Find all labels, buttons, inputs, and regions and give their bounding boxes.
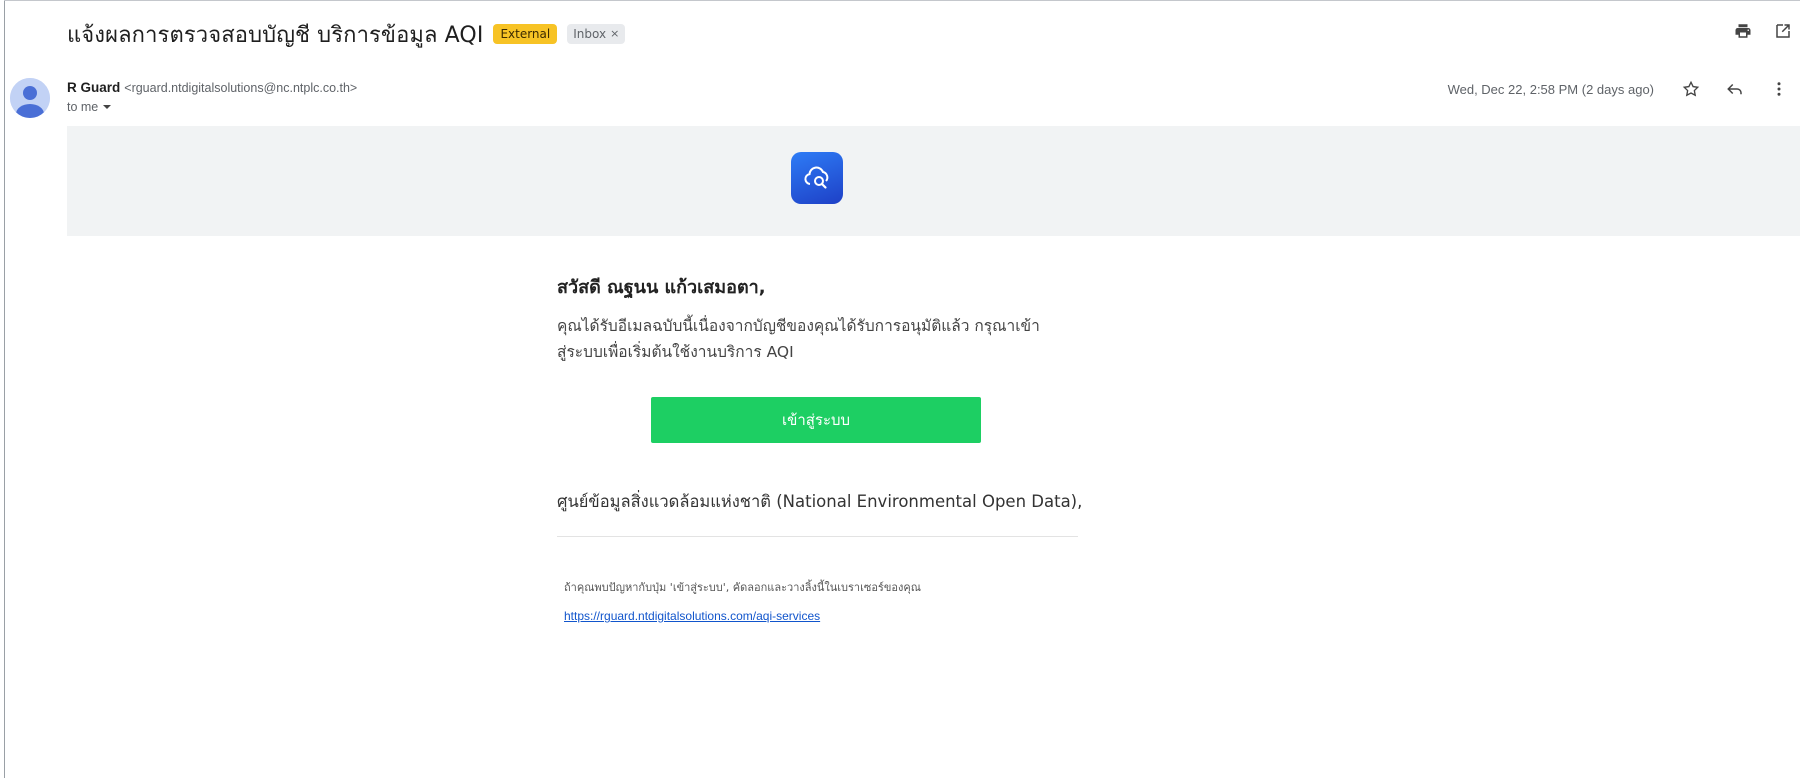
- message-meta: Wed, Dec 22, 2:58 PM (2 days ago): [1448, 78, 1790, 100]
- print-icon[interactable]: [1732, 20, 1754, 42]
- remove-label-icon[interactable]: ×: [610, 26, 619, 42]
- help-text: ถ้าคุณพบปัญหากับปุ่ม 'เข้าสู่ระบบ', คัดล…: [564, 581, 921, 594]
- email-header-banner: [67, 126, 1800, 236]
- sender-avatar[interactable]: [10, 78, 50, 118]
- message-text: คุณได้รับอีเมลฉบับนี้เนื่องจากบัญชีของคุ…: [557, 313, 1077, 365]
- recipient-details-toggle[interactable]: to me: [67, 100, 357, 114]
- to-me-text: to me: [67, 100, 99, 114]
- email-subject: แจ้งผลการตรวจสอบบัญชี บริการข้อมูล AQI: [67, 22, 484, 48]
- subject-row: แจ้งผลการตรวจสอบบัญชี บริการข้อมูล AQI E…: [67, 19, 626, 49]
- chevron-down-icon: [103, 105, 112, 109]
- inbox-label[interactable]: Inbox ×: [567, 24, 626, 44]
- cloud-search-logo: [791, 152, 843, 204]
- open-in-new-window-icon[interactable]: [1772, 20, 1794, 42]
- reply-icon[interactable]: [1724, 78, 1746, 100]
- service-link[interactable]: https://rguard.ntdigitalsolutions.com/aq…: [564, 609, 820, 623]
- signoff: ศูนย์ข้อมูลสิ่งแวดล้อมแห่งชาติ (National…: [557, 492, 1083, 511]
- greeting: สวัสดี ณฐนน แก้วเสมอตา,: [557, 277, 766, 298]
- more-vert-icon[interactable]: [1768, 78, 1790, 100]
- login-button[interactable]: เข้าสู่ระบบ: [651, 397, 981, 443]
- email-content: สวัสดี ณฐนน แก้วเสมอตา, คุณได้รับอีเมลฉบ…: [557, 272, 1077, 365]
- sender-name[interactable]: R Guard: [67, 80, 120, 95]
- inbox-label-text: Inbox: [573, 27, 607, 41]
- message-line-2: สู่ระบบเพื่อเริ่มต้นใช้งานบริการ AQI: [557, 343, 794, 361]
- sender-email: <rguard.ntdigitalsolutions@nc.ntplc.co.t…: [124, 81, 358, 95]
- message-date: Wed, Dec 22, 2:58 PM (2 days ago): [1447, 81, 1654, 97]
- sender-info: R Guard <rguard.ntdigitalsolutions@nc.nt…: [67, 80, 357, 114]
- window-border-top: [4, 0, 1800, 1]
- thread-actions: [1732, 20, 1794, 42]
- external-label: External: [493, 24, 558, 44]
- divider: [557, 536, 1078, 537]
- message-line-1: คุณได้รับอีเมลฉบับนี้เนื่องจากบัญชีของคุ…: [557, 317, 1040, 335]
- star-icon[interactable]: [1680, 78, 1702, 100]
- window-border-left: [4, 0, 5, 778]
